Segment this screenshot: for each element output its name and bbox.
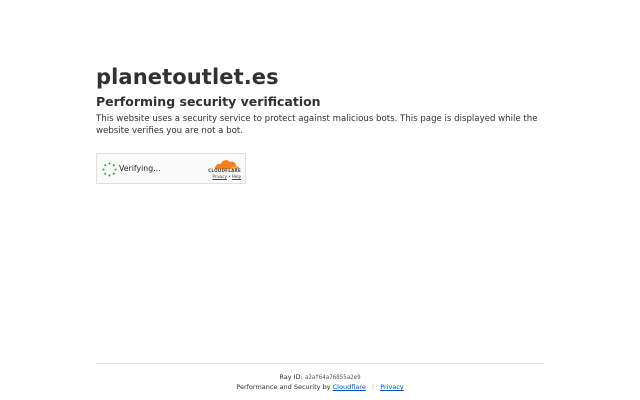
widget-links-separator: • — [228, 174, 231, 179]
verification-widget[interactable]: Verifying... CLOUDFLARE Privacy • Help — [96, 153, 246, 184]
cloudflare-link[interactable]: Cloudflare — [333, 383, 366, 391]
widget-help-link[interactable]: Help — [232, 174, 241, 179]
page-heading: Performing security verification — [96, 94, 321, 109]
ray-id-label: Ray ID: — [279, 373, 303, 381]
ray-id-value: a2af64a76855a2e9 — [304, 375, 361, 381]
main-content: planetoutlet.es Performing security veri… — [96, 63, 546, 138]
page-description: This website uses a security service to … — [96, 114, 538, 137]
performance-line: Performance and Security by Cloudflare |… — [0, 383, 640, 391]
site-title: planetoutlet.es — [96, 65, 279, 89]
widget-links: Privacy • Help — [212, 174, 241, 179]
performance-text: Performance and Security by — [236, 383, 331, 391]
cloudflare-wordmark: CLOUDFLARE — [208, 168, 241, 173]
ray-id-line: Ray ID: a2af64a76855a2e9 — [0, 373, 640, 381]
widget-privacy-link[interactable]: Privacy — [212, 174, 226, 179]
footer-separator: | — [371, 383, 375, 391]
verifying-status: Verifying... — [119, 164, 161, 173]
footer-privacy-link[interactable]: Privacy — [380, 383, 404, 391]
spinner-icon — [102, 162, 117, 177]
footer-divider — [96, 363, 544, 364]
